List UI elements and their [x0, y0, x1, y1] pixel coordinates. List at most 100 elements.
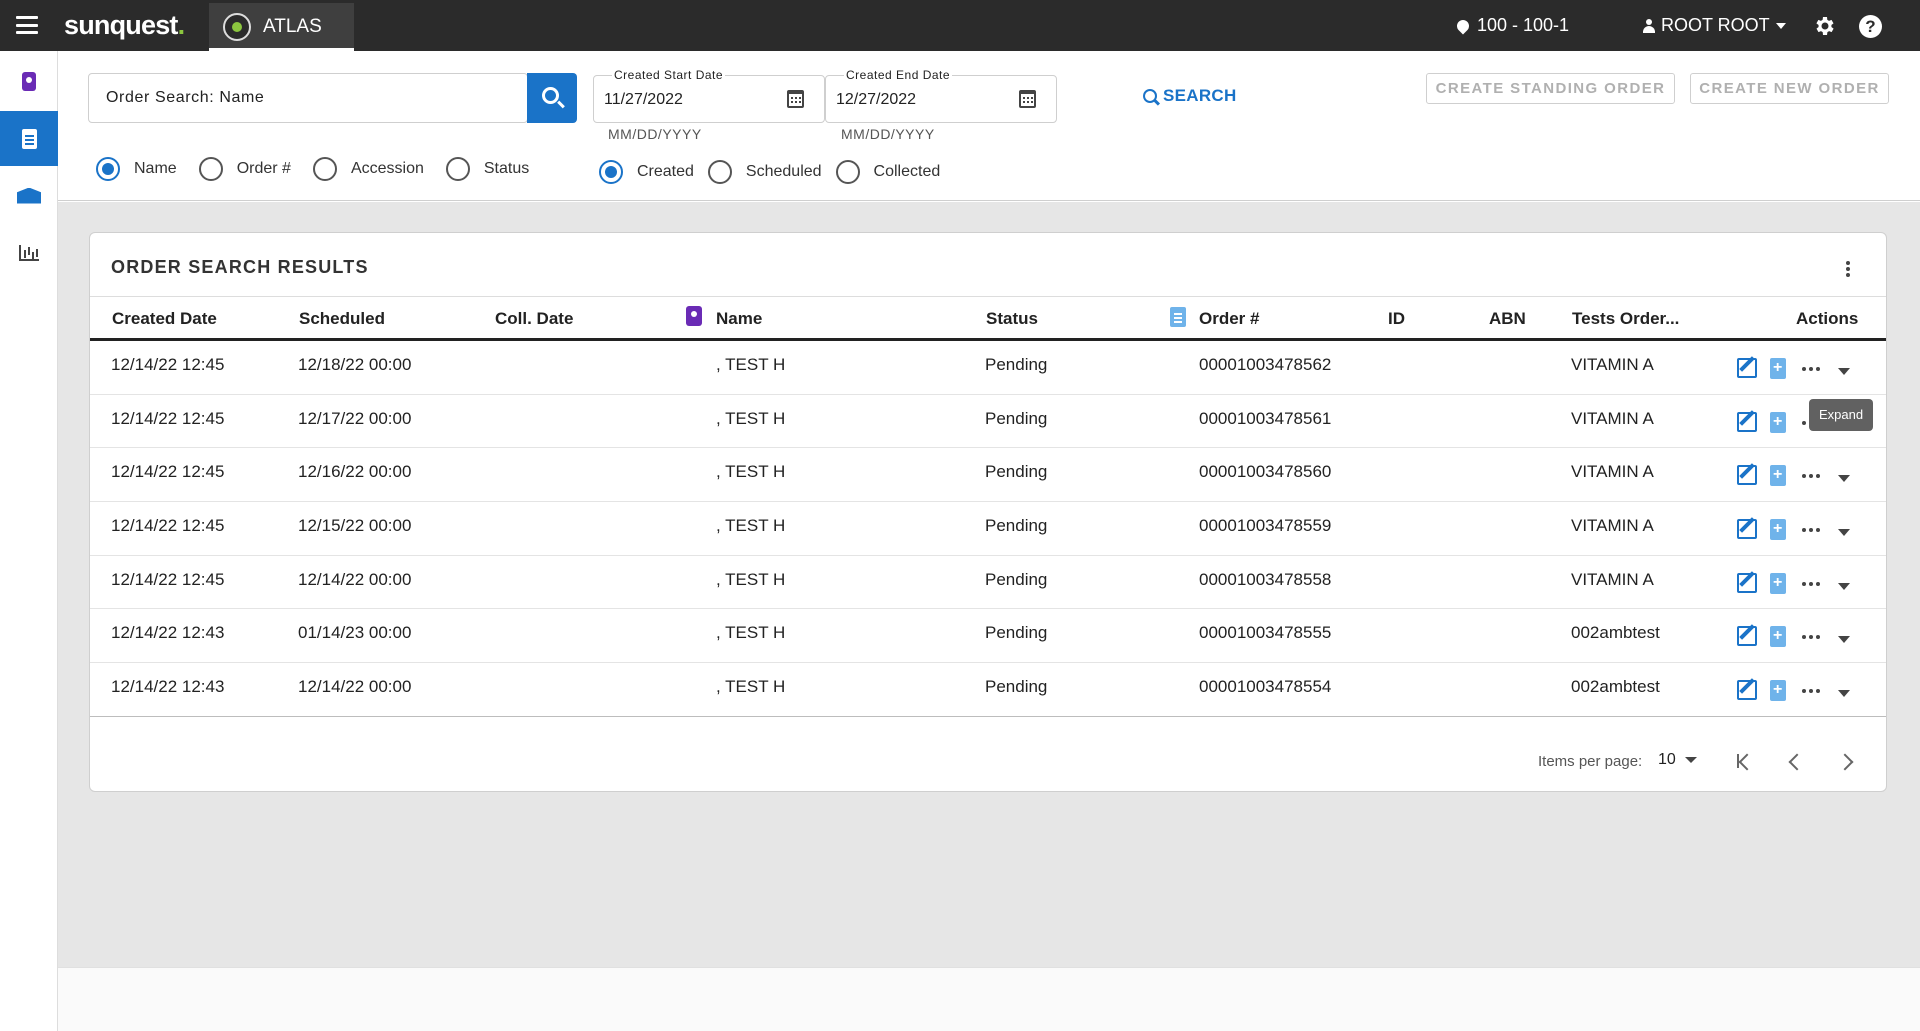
expand-icon[interactable]	[1838, 529, 1850, 537]
order-search-input[interactable]	[89, 74, 527, 122]
page-size-select[interactable]: 10	[1658, 751, 1697, 769]
more-icon[interactable]	[1802, 367, 1820, 371]
end-date-field[interactable]: Created End Date 12/27/2022	[825, 68, 1057, 123]
add-clipboard-icon[interactable]	[1770, 680, 1786, 702]
cell-status: Pending	[985, 355, 1048, 374]
help-icon[interactable]: ?	[1859, 15, 1882, 38]
edit-icon[interactable]	[1737, 465, 1757, 486]
cell-scheduled: 01/14/23 00:00	[298, 623, 412, 643]
search-type-name[interactable]: Name	[96, 157, 177, 181]
search-link-button[interactable]: SEARCH	[1143, 86, 1237, 106]
col-order-number[interactable]: Order #	[1199, 309, 1259, 329]
gear-icon[interactable]	[1812, 14, 1836, 38]
cell-name[interactable]: , TEST H	[716, 409, 785, 429]
create-new-order-button[interactable]: CREATE NEW ORDER	[1690, 73, 1889, 104]
prev-page-icon[interactable]	[1783, 749, 1807, 773]
cell-order-number[interactable]: 00001003478559	[1199, 516, 1331, 536]
atlas-app-tab[interactable]: ATLAS	[209, 3, 354, 51]
table-row[interactable]: 12/14/22 12:45 12/18/22 00:00 , TEST H P…	[90, 341, 1886, 395]
add-clipboard-icon[interactable]	[1770, 411, 1786, 433]
cell-name[interactable]: , TEST H	[716, 355, 785, 375]
next-page-icon[interactable]	[1835, 749, 1859, 773]
radio-name[interactable]	[96, 157, 120, 181]
radio-collected[interactable]	[835, 160, 860, 184]
table-row[interactable]: 12/14/22 12:45 12/17/22 00:00 , TEST H P…	[90, 395, 1886, 449]
edit-icon[interactable]	[1737, 626, 1757, 647]
start-date-value[interactable]: 11/27/2022	[604, 91, 683, 109]
expand-icon[interactable]	[1838, 368, 1850, 375]
expand-icon[interactable]	[1838, 636, 1850, 644]
table-row[interactable]: 12/14/22 12:45 12/15/22 00:00 , TEST H P…	[90, 502, 1886, 556]
location-selector[interactable]: 100 - 100-1	[1454, 15, 1569, 36]
radio-order[interactable]	[198, 157, 223, 181]
end-date-value[interactable]: 12/27/2022	[836, 91, 916, 109]
cell-order-number[interactable]: 00001003478560	[1199, 462, 1331, 482]
table-row[interactable]: 12/14/22 12:45 12/14/22 00:00 , TEST H P…	[90, 556, 1886, 610]
date-type-collected[interactable]: Collected	[835, 160, 940, 184]
col-scheduled[interactable]: Scheduled	[299, 309, 385, 329]
edit-icon[interactable]	[1737, 519, 1757, 540]
sidebar-item-reports[interactable]	[0, 225, 58, 280]
radio-accession[interactable]	[312, 157, 337, 181]
calendar-icon[interactable]	[787, 90, 804, 108]
edit-icon[interactable]	[1737, 358, 1757, 378]
kebab-icon[interactable]	[1846, 261, 1850, 277]
add-clipboard-icon[interactable]	[1770, 465, 1786, 487]
cell-name[interactable]: , TEST H	[716, 462, 785, 482]
more-icon[interactable]	[1802, 635, 1820, 640]
menu-icon[interactable]	[16, 16, 38, 34]
sidebar-item-specimens[interactable]	[0, 168, 58, 223]
cell-name[interactable]: , TEST H	[716, 677, 785, 697]
expand-icon[interactable]	[1838, 582, 1850, 590]
col-abn[interactable]: ABN	[1489, 309, 1526, 329]
edit-icon[interactable]	[1737, 411, 1757, 432]
cell-name[interactable]: , TEST H	[716, 516, 785, 536]
search-type-order[interactable]: Order #	[198, 157, 291, 181]
sidebar-item-patient[interactable]	[0, 54, 58, 109]
more-icon[interactable]	[1802, 528, 1820, 533]
date-type-created[interactable]: Created	[599, 160, 694, 184]
col-name[interactable]: Name	[716, 309, 762, 329]
add-clipboard-icon[interactable]	[1770, 358, 1786, 379]
create-standing-order-button[interactable]: CREATE STANDING ORDER	[1426, 73, 1675, 104]
start-date-field[interactable]: Created Start Date 11/27/2022	[593, 68, 825, 123]
expand-icon[interactable]	[1838, 690, 1850, 698]
more-icon[interactable]	[1802, 581, 1820, 586]
add-clipboard-icon[interactable]	[1770, 572, 1786, 594]
cell-order-number[interactable]: 00001003478558	[1199, 570, 1331, 590]
add-clipboard-icon[interactable]	[1770, 519, 1786, 541]
search-button[interactable]	[527, 73, 577, 123]
first-page-icon[interactable]	[1733, 749, 1757, 773]
table-row[interactable]: 12/14/22 12:45 12/16/22 00:00 , TEST H P…	[90, 448, 1886, 503]
radio-scheduled[interactable]	[707, 160, 732, 184]
cell-tests: VITAMIN A	[1571, 569, 1654, 589]
edit-icon[interactable]	[1737, 680, 1757, 701]
user-menu[interactable]: ROOT ROOT	[1643, 15, 1786, 36]
col-coll-date[interactable]: Coll. Date	[495, 309, 573, 329]
cell-name[interactable]: , TEST H	[716, 623, 785, 643]
more-icon[interactable]	[1802, 474, 1820, 479]
cell-order-number[interactable]: 00001003478562	[1199, 355, 1331, 375]
radio-status[interactable]	[445, 157, 470, 181]
radio-created[interactable]	[599, 160, 623, 184]
cell-order-number[interactable]: 00001003478561	[1199, 409, 1331, 429]
col-tests-ordered[interactable]: Tests Order...	[1572, 309, 1679, 329]
table-row[interactable]: 12/14/22 12:43 12/14/22 00:00 , TEST H P…	[90, 663, 1886, 717]
date-type-scheduled[interactable]: Scheduled	[707, 160, 822, 184]
col-status[interactable]: Status	[986, 309, 1038, 329]
sidebar-item-orders[interactable]	[0, 111, 58, 166]
table-row[interactable]: 12/14/22 12:43 01/14/23 00:00 , TEST H P…	[90, 609, 1886, 664]
items-per-page-label: Items per page:	[1538, 753, 1643, 770]
more-icon[interactable]	[1802, 689, 1820, 694]
cell-order-number[interactable]: 00001003478555	[1199, 623, 1331, 643]
col-created-date[interactable]: Created Date	[112, 309, 217, 329]
cell-order-number[interactable]: 00001003478554	[1199, 677, 1331, 697]
col-id[interactable]: ID	[1388, 309, 1405, 329]
edit-icon[interactable]	[1737, 572, 1757, 593]
calendar-icon[interactable]	[1019, 90, 1036, 108]
cell-name[interactable]: , TEST H	[716, 570, 785, 590]
add-clipboard-icon[interactable]	[1770, 626, 1786, 648]
search-type-status[interactable]: Status	[445, 157, 529, 181]
expand-icon[interactable]	[1838, 475, 1850, 483]
search-type-accession[interactable]: Accession	[312, 157, 424, 181]
